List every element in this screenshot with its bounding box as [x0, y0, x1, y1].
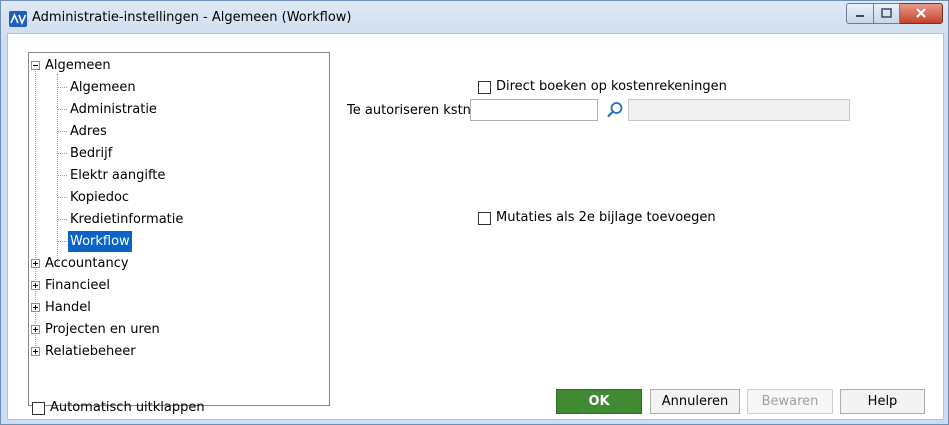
- tree-connector: [57, 175, 67, 176]
- tree-connector: [57, 153, 67, 154]
- tree-node-label: Algemeen: [70, 80, 136, 95]
- mutaties-checkbox[interactable]: [478, 212, 491, 225]
- title-bar[interactable]: Administratie-instellingen - Algemeen (W…: [1, 1, 948, 35]
- tree-connector: [57, 109, 67, 110]
- tree-connector: [57, 219, 67, 220]
- search-icon[interactable]: [606, 101, 624, 119]
- automatisch-uitklappen-checkbox[interactable]: [32, 402, 45, 415]
- maximize-button[interactable]: [874, 3, 900, 24]
- te-autoriseren-description: [628, 99, 850, 121]
- te-autoriseren-input[interactable]: [470, 99, 598, 121]
- tree-connector: [57, 197, 67, 198]
- dialog-window: Administratie-instellingen - Algemeen (W…: [0, 0, 949, 425]
- expand-icon[interactable]: [31, 281, 40, 290]
- dialog-body: Algemeen Algemeen Administratie Adres Be…: [7, 33, 944, 420]
- close-icon: [916, 8, 926, 18]
- help-button[interactable]: Help: [840, 389, 925, 414]
- tree-node-label: Relatiebeheer: [45, 344, 136, 359]
- av-logo-icon: [9, 11, 27, 27]
- direct-boeken-label: Direct boeken op kostenrekeningen: [496, 79, 727, 94]
- expand-icon[interactable]: [31, 325, 40, 334]
- settings-tree[interactable]: Algemeen Algemeen Administratie Adres Be…: [28, 52, 330, 406]
- minimize-icon: [856, 15, 864, 17]
- tree-node-label: Adres: [70, 124, 107, 139]
- bewaren-button: Bewaren: [747, 389, 833, 414]
- annuleren-button[interactable]: Annuleren: [650, 389, 740, 414]
- tree-node-label-selected: Workflow: [68, 231, 132, 252]
- tree-node-label: Algemeen: [45, 58, 111, 73]
- tree-node-label: Bedrijf: [70, 146, 113, 161]
- direct-boeken-checkbox[interactable]: [478, 81, 491, 94]
- window-title: Administratie-instellingen - Algemeen (W…: [32, 10, 352, 25]
- maximize-icon: [881, 8, 892, 18]
- expand-icon[interactable]: [31, 259, 40, 268]
- tree-node-label: Kopiedoc: [70, 190, 130, 205]
- tree-node-label: Financieel: [45, 278, 110, 293]
- window-controls: [846, 3, 943, 24]
- expand-icon[interactable]: [31, 347, 40, 356]
- tree-guide-line: [57, 74, 58, 266]
- tree-node-label: Projecten en uren: [45, 322, 160, 337]
- close-button[interactable]: [900, 3, 943, 24]
- tree-connector: [57, 131, 67, 132]
- minimize-button[interactable]: [846, 3, 874, 24]
- tree-node-label: Handel: [45, 300, 91, 315]
- collapse-icon[interactable]: [31, 61, 40, 70]
- mutaties-label: Mutaties als 2e bijlage toevoegen: [496, 210, 716, 225]
- tree-node-label: Elektr aangifte: [70, 168, 166, 183]
- automatisch-uitklappen-label: Automatisch uitklappen: [50, 400, 205, 415]
- tree-node-label: Accountancy: [45, 256, 129, 271]
- expand-icon[interactable]: [31, 303, 40, 312]
- tree-node-label: Administratie: [70, 102, 157, 117]
- te-autoriseren-label: Te autoriseren kstn:: [347, 103, 476, 118]
- ok-button[interactable]: OK: [556, 389, 642, 414]
- tree-connector: [57, 241, 67, 242]
- tree-connector: [57, 87, 67, 88]
- tree-node-label: Kredietinformatie: [70, 212, 184, 227]
